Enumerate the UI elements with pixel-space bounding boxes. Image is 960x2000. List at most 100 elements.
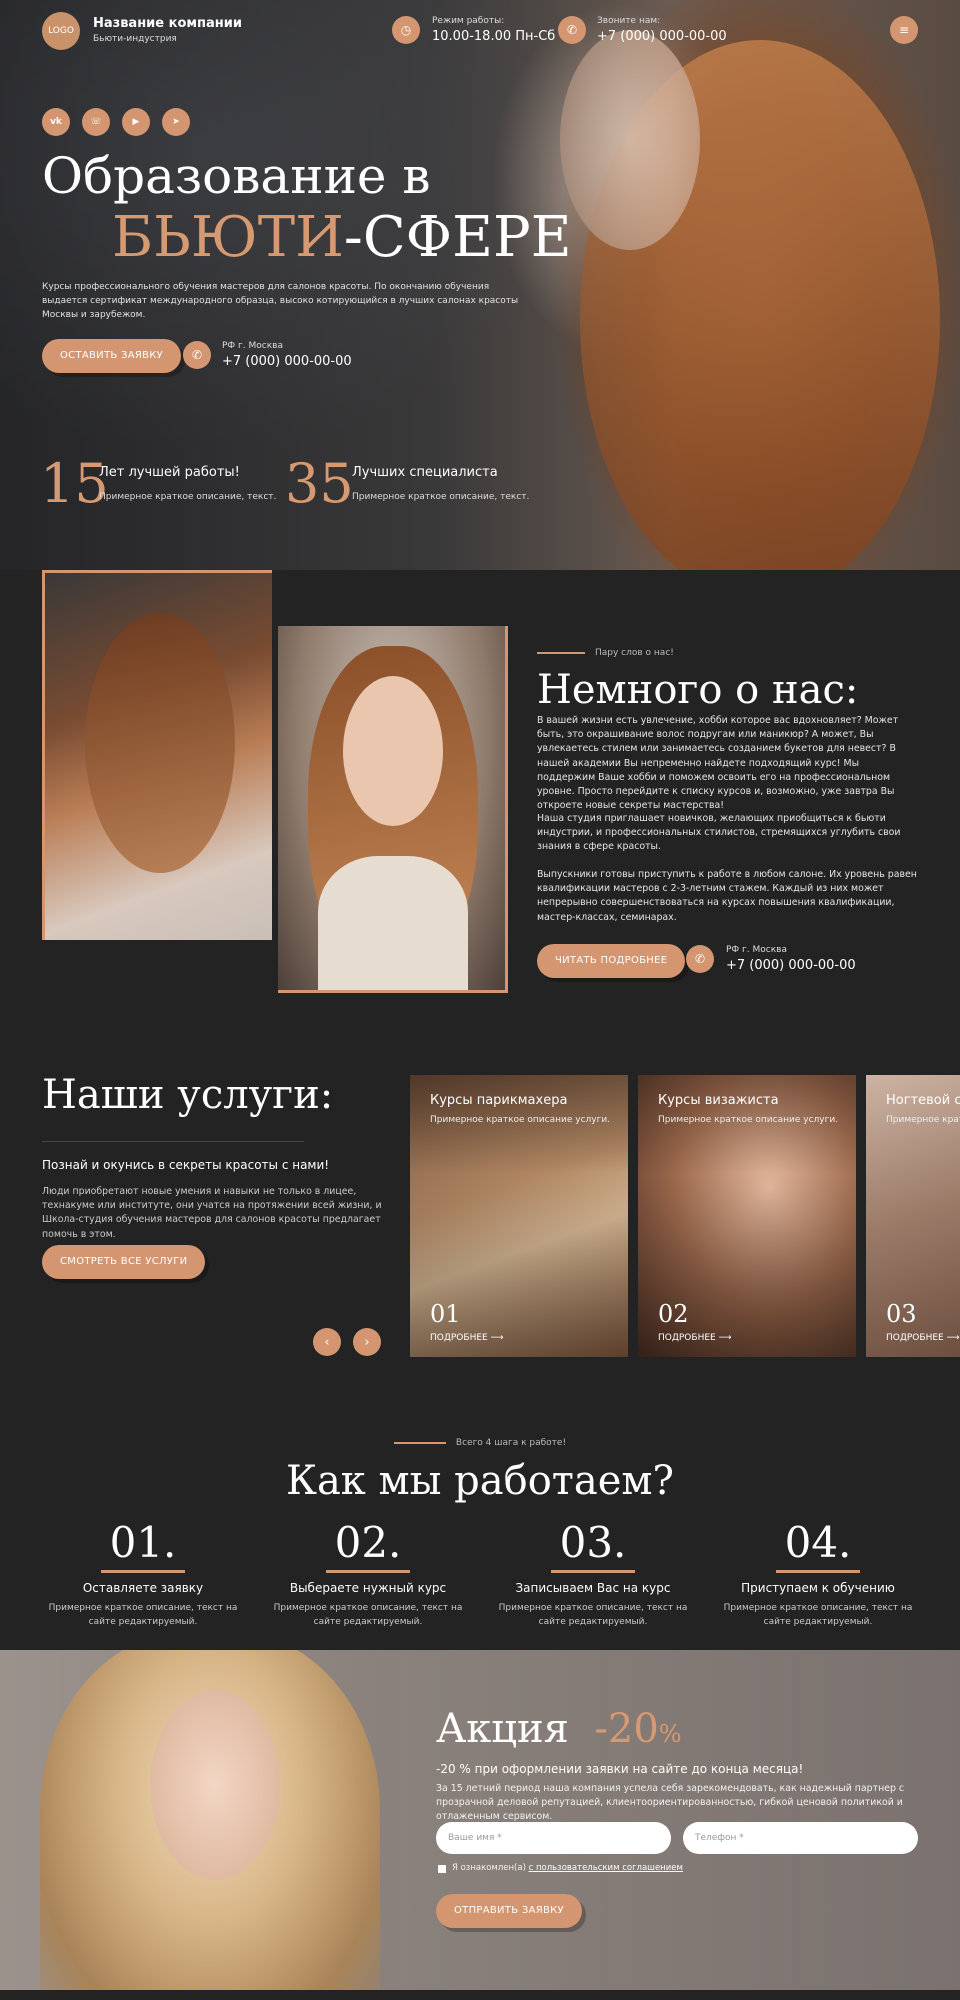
card-number: 03 xyxy=(886,1300,917,1328)
about-phone[interactable]: +7 (000) 000-00-00 xyxy=(726,958,856,973)
step-title: Выбераете нужный курс xyxy=(289,1581,447,1595)
stat-specialists-number: 35 xyxy=(285,452,354,515)
telegram-icon[interactable]: ➤ xyxy=(162,108,190,136)
step-desc: Примерное краткое описание, текст на сай… xyxy=(48,1603,238,1627)
menu-icon[interactable]: ≡ xyxy=(890,16,918,44)
step-underline xyxy=(101,1570,185,1573)
phone-icon[interactable]: ✆ xyxy=(558,16,586,44)
step-title: Приступаем к обучению xyxy=(741,1581,895,1595)
hero-cta-button[interactable]: ОСТАВИТЬ ЗАЯВКУ xyxy=(42,339,182,373)
hero-title-accent: БЬЮТИ xyxy=(112,205,344,270)
card-title: Курсы парикмахера xyxy=(430,1093,568,1108)
promo-percent: % xyxy=(658,1720,682,1748)
footer-strip xyxy=(0,1990,960,2000)
agree-checkbox[interactable] xyxy=(438,1865,446,1873)
clock-icon: ◷ xyxy=(392,16,420,44)
card-more-link[interactable]: ПОДРОБНЕЕ ⟶ xyxy=(886,1333,960,1343)
step-underline xyxy=(776,1570,860,1573)
about-photo-2 xyxy=(278,626,508,993)
step-number: 04. xyxy=(784,1518,852,1567)
promo-description: За 15 летний период наша компания успела… xyxy=(436,1783,905,1823)
steps-eyebrow: Всего 4 шага к работе! xyxy=(0,1438,960,1448)
youtube-icon[interactable]: ▶ xyxy=(122,108,150,136)
promo-face-image xyxy=(150,1690,280,1880)
hero-description: Курсы профессионального обучения мастеро… xyxy=(42,282,519,320)
step-desc: Примерное краткое описание, текст на сай… xyxy=(273,1603,463,1627)
about-photo-1 xyxy=(42,570,272,940)
about-phone-icon[interactable]: ✆ xyxy=(686,945,714,973)
card-title: Курсы визажиста xyxy=(658,1093,779,1108)
card-number: 02 xyxy=(658,1300,689,1328)
services-title: Наши услуги: xyxy=(42,1072,334,1118)
step-number: 03. xyxy=(559,1518,627,1567)
stat-specialists-desc: Примерное краткое описание, текст. xyxy=(352,492,530,502)
hero-section: LOGO Название компании Бьюти-индустрия ◷… xyxy=(0,0,960,570)
services-section: Наши услуги: Познай и окунись в секреты … xyxy=(0,1030,960,1425)
hero-title-line1: Образование в xyxy=(42,147,431,205)
step-2: 02. Выбераете нужный курс Примерное крат… xyxy=(273,1520,463,1629)
arrow-right-icon: ⟶ xyxy=(946,1333,960,1343)
stat-years-title: Лет лучшей работы! xyxy=(99,465,240,480)
company-name: Название компании xyxy=(93,16,242,31)
step-number: 02. xyxy=(334,1518,402,1567)
step-desc: Примерное краткое описание, текст на сай… xyxy=(498,1603,688,1627)
service-card-hairdresser[interactable]: Курсы парикмахера Примерное краткое опис… xyxy=(410,1075,628,1357)
step-3: 03. Записываем Вас на курс Примерное кра… xyxy=(498,1520,688,1629)
about-phone-label: РФ г. Москва xyxy=(726,945,787,955)
card-more-link[interactable]: ПОДРОБНЕЕ ⟶ xyxy=(658,1333,732,1343)
service-card-nails[interactable]: Ногтевой сервис Примерное краткое описан… xyxy=(866,1075,960,1357)
services-description: Люди приобретают новые умения и навыки н… xyxy=(42,1186,382,1240)
step-1: 01. Оставляете заявку Примерное краткое … xyxy=(48,1520,238,1629)
next-arrow-icon[interactable]: › xyxy=(353,1328,381,1356)
stat-years-number: 15 xyxy=(40,452,109,515)
submit-button[interactable]: ОТПРАВИТЬ ЗАЯВКУ xyxy=(436,1894,582,1928)
prev-arrow-icon[interactable]: ‹ xyxy=(313,1328,341,1356)
stat-specialists-title: Лучших специалиста xyxy=(352,465,498,480)
vk-icon[interactable]: vk xyxy=(42,108,70,136)
whatsapp-icon[interactable]: ☏ xyxy=(82,108,110,136)
stat-years-desc: Примерное краткое описание, текст. xyxy=(99,492,277,502)
step-number: 01. xyxy=(109,1518,177,1567)
steps-section: Всего 4 шага к работе! Как мы работаем? … xyxy=(0,1425,960,1650)
hero-phone-label: РФ г. Москва xyxy=(222,341,283,351)
card-title: Ногтевой сервис xyxy=(886,1093,960,1108)
agree-label: Я ознакомлен(а) с пользовательским согла… xyxy=(452,1863,683,1873)
card-desc: Примерное краткое описание услуги. xyxy=(430,1115,611,1125)
card-desc: Примерное краткое описание услуги. xyxy=(886,1115,960,1125)
hero-title-rest: -СФЕРЕ xyxy=(343,205,572,270)
steps-title: Как мы работаем? xyxy=(285,1458,674,1504)
about-eyebrow: Пару слов о нас! xyxy=(537,648,674,658)
hero-phone[interactable]: +7 (000) 000-00-00 xyxy=(222,354,352,369)
all-services-button[interactable]: СМОТРЕТЬ ВСЕ УСЛУГИ xyxy=(42,1245,206,1279)
promo-section: Акция -20% -20 % при оформлении заявки н… xyxy=(0,1650,960,1990)
phone-input[interactable]: Телефон * xyxy=(683,1822,918,1854)
step-4: 04. Приступаем к обучению Примерное крат… xyxy=(723,1520,913,1629)
hero-phone-icon[interactable]: ✆ xyxy=(183,341,211,369)
card-desc: Примерное краткое описание услуги. xyxy=(658,1115,839,1125)
step-title: Оставляете заявку xyxy=(82,1581,204,1595)
promo-discount: -20 xyxy=(594,1706,659,1752)
about-section: Пару слов о нас! Немного о нас: В вашей … xyxy=(0,570,960,1030)
agreement-link[interactable]: с пользовательским соглашением xyxy=(529,1863,683,1873)
arrow-right-icon: ⟶ xyxy=(718,1333,732,1343)
service-card-makeup[interactable]: Курсы визажиста Примерное краткое описан… xyxy=(638,1075,856,1357)
services-subtitle: Познай и окунись в секреты красоты с нам… xyxy=(42,1158,330,1172)
services-divider xyxy=(42,1141,304,1142)
read-more-button[interactable]: ЧИТАТЬ ПОДРОБНЕЕ xyxy=(537,944,686,978)
about-paragraph-2: Наша студия приглашает новичков, желающи… xyxy=(537,813,901,853)
header-phone[interactable]: +7 (000) 000-00-00 xyxy=(597,29,727,44)
promo-title: Акция -20% xyxy=(436,1706,682,1752)
logo[interactable]: LOGO xyxy=(42,12,80,50)
about-title: Немного о нас: xyxy=(537,667,859,713)
step-underline xyxy=(551,1570,635,1573)
step-desc: Примерное краткое описание, текст на сай… xyxy=(723,1603,913,1627)
company-subtitle: Бьюти-индустрия xyxy=(93,34,177,44)
about-paragraph-1: В вашей жизни есть увлечение, хобби кото… xyxy=(537,715,899,812)
hours-value: 10.00-18.00 Пн-Сб xyxy=(432,29,556,44)
name-input[interactable]: Ваше имя * xyxy=(436,1822,671,1854)
promo-subtitle: -20 % при оформлении заявки на сайте до … xyxy=(436,1762,804,1776)
step-underline xyxy=(326,1570,410,1573)
card-more-link[interactable]: ПОДРОБНЕЕ ⟶ xyxy=(430,1333,504,1343)
about-paragraph-3: Выпускники готовы приступить к работе в … xyxy=(537,869,917,923)
step-title: Записываем Вас на курс xyxy=(515,1581,671,1595)
